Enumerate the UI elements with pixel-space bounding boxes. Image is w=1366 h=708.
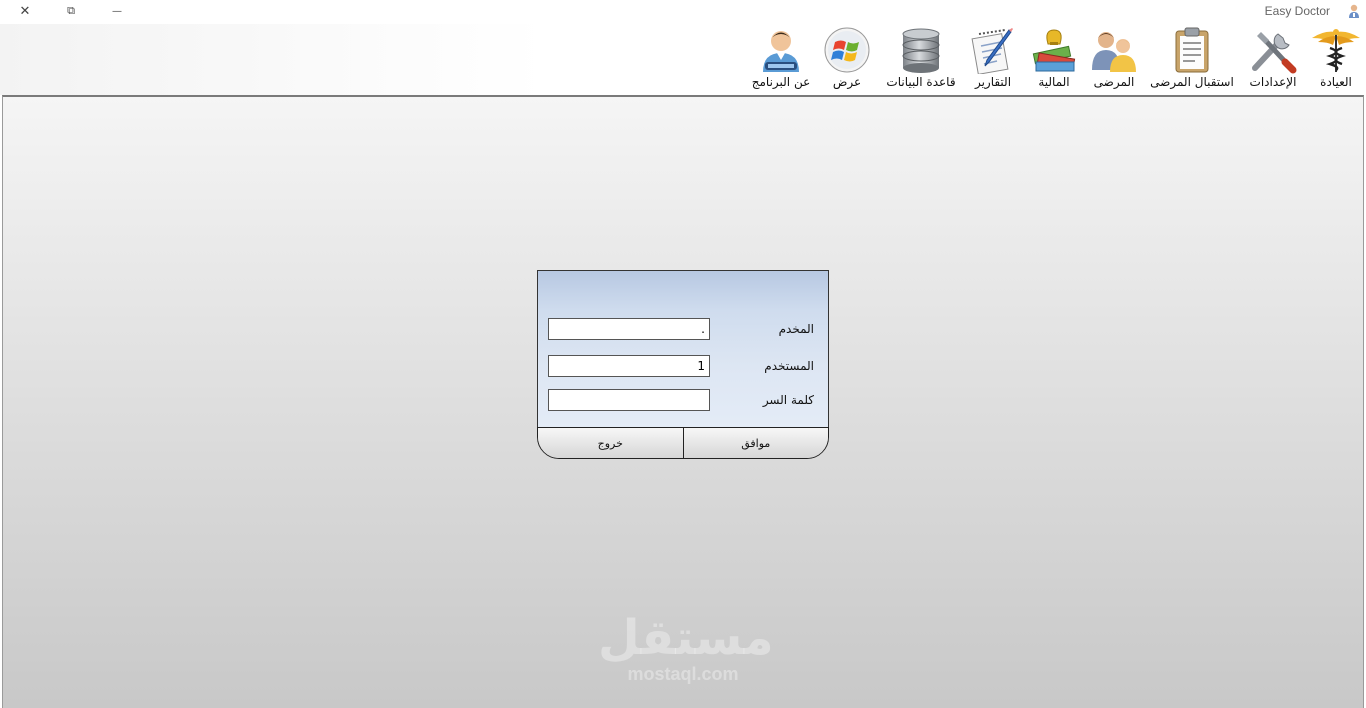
title-bar: ✕ ⧉ — Easy Doctor bbox=[0, 0, 1366, 24]
login-dialog-body: المخدم المستخدم كلمة السر bbox=[537, 270, 829, 430]
toolbar-item-label: عن البرنامج bbox=[751, 75, 811, 89]
toolbar-about[interactable]: عن البرنامج bbox=[748, 26, 814, 92]
toolbar-patient-reception[interactable]: استقبال المرضى bbox=[1150, 26, 1234, 92]
server-input[interactable] bbox=[548, 318, 710, 340]
tools-icon bbox=[1252, 32, 1297, 74]
toolbar-item-label: استقبال المرضى bbox=[1150, 75, 1234, 89]
watermark: مستقل mostaql.com bbox=[598, 610, 774, 692]
money-icon bbox=[1032, 29, 1076, 72]
windows-logo-icon bbox=[824, 27, 870, 73]
toolbar-view[interactable]: عرض bbox=[820, 26, 874, 92]
toolbar-finance[interactable]: المالية bbox=[1028, 26, 1080, 92]
password-label: كلمة السر bbox=[762, 393, 814, 407]
toolbar-item-label: العيادة bbox=[1320, 75, 1352, 89]
close-window-button[interactable]: ✕ bbox=[2, 0, 48, 22]
minimize-window-button[interactable]: — bbox=[94, 0, 140, 22]
toolbar-item-label: الإعدادات bbox=[1249, 75, 1297, 89]
user-about-icon bbox=[763, 31, 799, 72]
close-icon: ✕ bbox=[19, 3, 31, 19]
caduceus-icon bbox=[1312, 29, 1360, 72]
watermark-arabic: مستقل bbox=[598, 610, 774, 666]
toolbar-item-label: التقارير bbox=[974, 75, 1012, 89]
clipboard-icon bbox=[1175, 27, 1209, 73]
doctor-app-icon bbox=[1349, 4, 1359, 18]
toolbar-settings[interactable]: الإعدادات bbox=[1244, 26, 1302, 92]
password-input[interactable] bbox=[548, 389, 710, 411]
toolbar-database[interactable]: قاعدة البيانات bbox=[884, 26, 958, 92]
window-title: Easy Doctor bbox=[1264, 4, 1330, 18]
main-toolbar: العيادة الإعدادات استقبال المرضى المرضى … bbox=[0, 24, 1366, 95]
minimize-icon: — bbox=[112, 5, 122, 17]
toolbar-reports[interactable]: التقارير bbox=[966, 26, 1020, 92]
exit-button[interactable]: خروج bbox=[538, 428, 684, 458]
username-label: المستخدم bbox=[764, 359, 814, 373]
toolbar-item-label: عرض bbox=[832, 75, 862, 89]
dialog-button-row: خروج موافق bbox=[537, 427, 829, 459]
toolbar-item-label: قاعدة البيانات bbox=[886, 75, 956, 89]
patients-icon bbox=[1092, 32, 1136, 72]
database-icon bbox=[902, 28, 940, 73]
ok-button[interactable]: موافق bbox=[683, 428, 828, 458]
username-input[interactable] bbox=[548, 355, 710, 377]
watermark-latin: mostaql.com bbox=[627, 664, 739, 684]
report-pencil-icon bbox=[971, 28, 1013, 74]
server-label: المخدم bbox=[778, 322, 814, 336]
login-dialog: المخدم المستخدم كلمة السر خروج موافق bbox=[537, 270, 829, 460]
toolbar-item-label: المالية bbox=[1038, 75, 1070, 89]
toolbar-patients[interactable]: المرضى bbox=[1088, 26, 1140, 92]
restore-window-button[interactable]: ⧉ bbox=[48, 0, 94, 22]
restore-icon: ⧉ bbox=[67, 4, 75, 17]
toolbar-clinic[interactable]: العيادة bbox=[1308, 26, 1364, 92]
toolbar-item-label: المرضى bbox=[1093, 75, 1135, 89]
